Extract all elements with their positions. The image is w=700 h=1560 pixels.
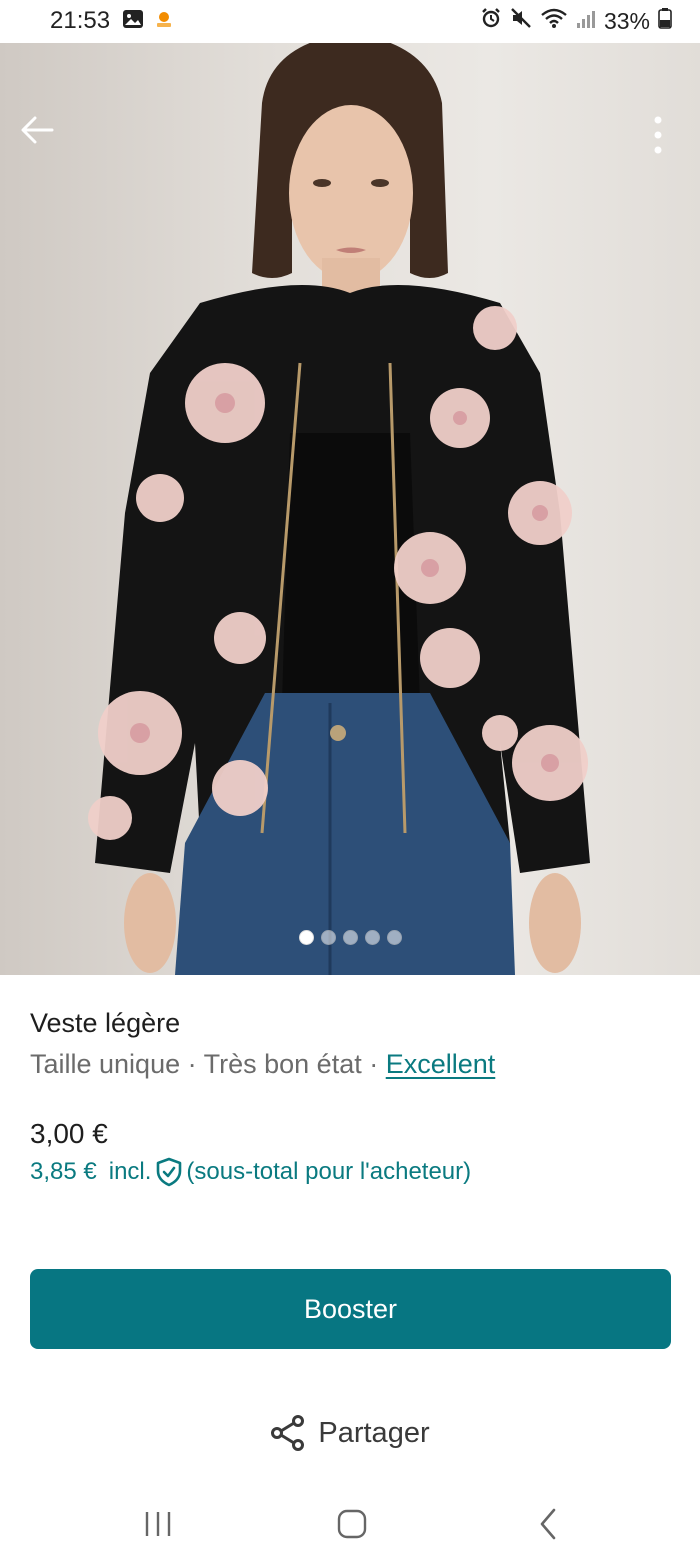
- product-photo-illustration: [88, 43, 590, 975]
- signal-icon: [576, 8, 596, 35]
- product-photo[interactable]: [0, 43, 700, 975]
- status-bar: 21:53 33%: [0, 0, 700, 43]
- pagination-dot[interactable]: [386, 930, 402, 945]
- pagination-dot[interactable]: [298, 930, 314, 945]
- status-time: 21:53: [50, 7, 111, 34]
- pagination-dot[interactable]: [342, 930, 358, 945]
- buyer-price-row[interactable]: 3,85 € incl. (sous-total pour l'acheteur…: [30, 1157, 471, 1187]
- wifi-icon: [540, 7, 568, 35]
- share-label: Partager: [318, 1416, 430, 1449]
- battery-icon: [658, 7, 672, 35]
- home-button[interactable]: [322, 1504, 382, 1544]
- recent-apps-button[interactable]: [128, 1504, 188, 1544]
- system-back-button[interactable]: [518, 1504, 578, 1544]
- item-size: Taille unique: [30, 1049, 181, 1079]
- app-notification-icon: [154, 9, 174, 34]
- shield-check-icon: [155, 1157, 183, 1187]
- system-navigation-bar: [0, 1490, 700, 1560]
- boost-button[interactable]: Booster: [30, 1269, 671, 1349]
- more-vertical-icon: [654, 116, 662, 154]
- arrow-left-icon: [21, 116, 54, 144]
- more-options-button[interactable]: [654, 115, 678, 159]
- buyer-incl: incl.: [108, 1158, 152, 1185]
- rating-link[interactable]: Excellent: [386, 1049, 496, 1079]
- recent-apps-icon: [145, 1512, 171, 1536]
- buyer-note: (sous-total pour l'acheteur): [186, 1158, 472, 1185]
- chevron-left-icon: [540, 1508, 556, 1540]
- mute-icon: [510, 7, 532, 35]
- share-button[interactable]: Partager: [0, 1408, 700, 1458]
- item-attributes: Taille unique · Très bon état · Excellen…: [30, 1049, 495, 1080]
- share-icon: [271, 1415, 305, 1451]
- item-title: Veste légère: [30, 1008, 181, 1038]
- pagination-dot[interactable]: [320, 930, 336, 945]
- separator: ·: [361, 1049, 386, 1079]
- item-condition: Très bon état: [203, 1049, 362, 1079]
- pagination-dot[interactable]: [364, 930, 380, 945]
- alarm-icon: [480, 7, 502, 35]
- buyer-price: 3,85 €: [30, 1158, 97, 1185]
- item-price: 3,00 €: [30, 1118, 108, 1149]
- gallery-pagination: [0, 930, 700, 945]
- separator: ·: [180, 1049, 204, 1079]
- back-button[interactable]: [20, 115, 64, 159]
- battery-percent: 33%: [603, 7, 650, 34]
- gallery-icon: [122, 9, 144, 34]
- home-icon: [337, 1509, 367, 1539]
